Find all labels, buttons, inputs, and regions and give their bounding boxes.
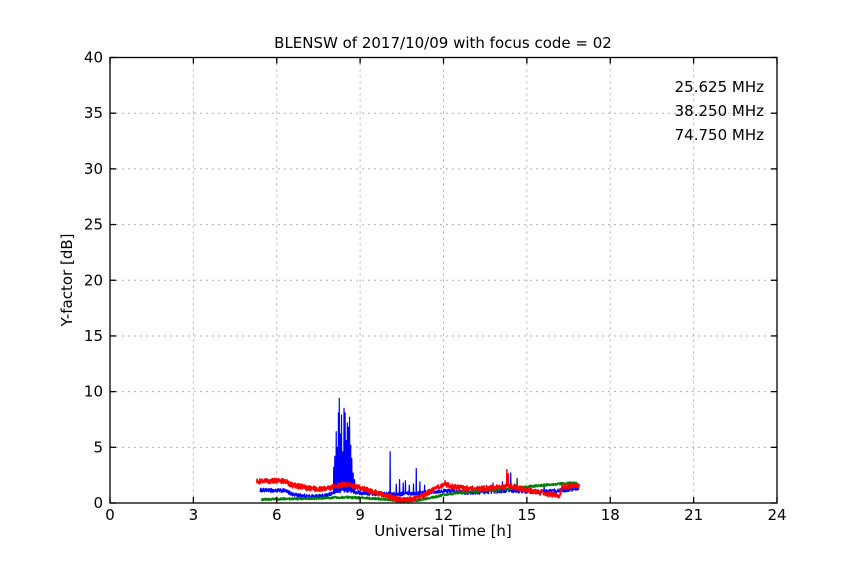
y-tick-label: 25 xyxy=(84,216,103,234)
x-axis-label: Universal Time [h] xyxy=(374,522,512,540)
y-tick-label: 5 xyxy=(93,438,103,456)
y-tick-label: 15 xyxy=(84,327,103,345)
legend-entry-25-625-mhz: 25.625 MHz xyxy=(675,78,764,96)
x-tick-label: 24 xyxy=(767,506,786,524)
x-tick-label: 18 xyxy=(601,506,620,524)
y-tick-label: 10 xyxy=(84,383,103,401)
y-tick-label: 30 xyxy=(84,160,103,178)
y-tick-labels: 0 5 10 15 20 25 30 35 40 xyxy=(84,49,103,513)
x-tick-label: 3 xyxy=(189,506,199,524)
y-axis-label: Y-factor [dB] xyxy=(58,233,76,327)
x-tick-label: 21 xyxy=(684,506,703,524)
y-factor-chart: BLENSW of 2017/10/09 with focus code = 0… xyxy=(0,0,864,576)
legend-entry-74-750-mhz: 74.750 MHz xyxy=(675,126,764,144)
legend-entry-38-250-mhz: 38.250 MHz xyxy=(675,102,764,120)
x-tick-label: 9 xyxy=(355,506,365,524)
y-tick-label: 20 xyxy=(84,271,103,289)
y-tick-label: 35 xyxy=(84,104,103,122)
series-lines xyxy=(257,398,579,502)
y-tick-label: 40 xyxy=(84,49,103,67)
y-tick-label: 0 xyxy=(93,494,103,512)
chart-title: BLENSW of 2017/10/09 with focus code = 0… xyxy=(274,34,612,52)
legend: 25.625 MHz 38.250 MHz 74.750 MHz xyxy=(675,78,764,144)
series-line-25-625-mhz xyxy=(260,398,579,498)
x-tick-label: 6 xyxy=(272,506,282,524)
figure-canvas: BLENSW of 2017/10/09 with focus code = 0… xyxy=(0,0,864,576)
gridlines xyxy=(110,58,777,504)
x-tick-label: 15 xyxy=(517,506,536,524)
x-tick-label: 0 xyxy=(105,506,115,524)
